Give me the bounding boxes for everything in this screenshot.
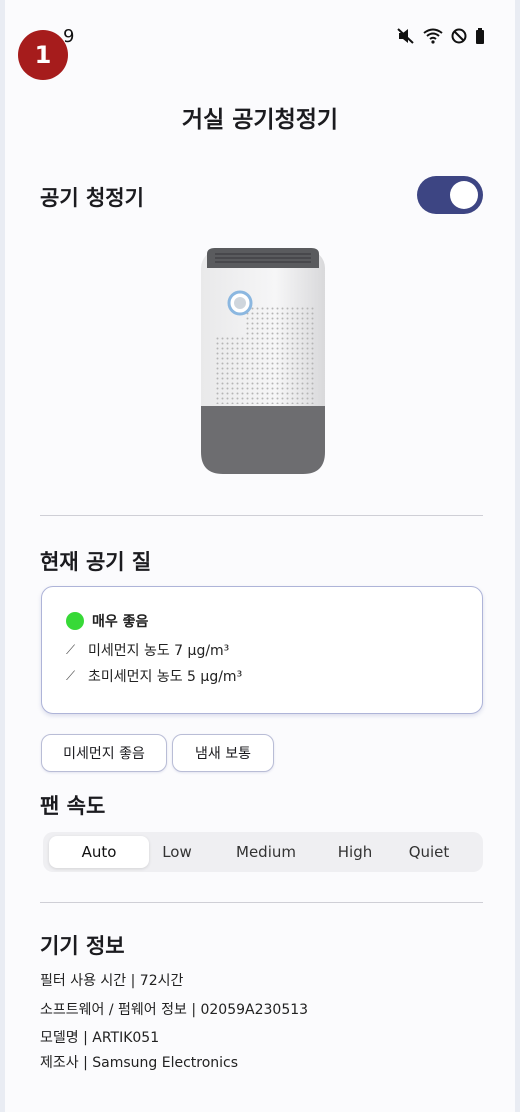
air-quality-card: 매우 좋음 ⟋ 미세먼지 농도 7 μg/m³ ⟋ 초미세먼지 농도 5 μg/… [41, 586, 483, 714]
fan-speed-section-title: 팬 속도 [40, 794, 106, 818]
manufacturer-info: 제조사 | Samsung Electronics [40, 1055, 239, 1071]
wifi-icon [423, 28, 443, 44]
power-toggle[interactable] [417, 176, 483, 214]
model-info: 모델명 | ARTIK051 [40, 1030, 160, 1046]
sensor-icon: ⟋ [66, 668, 76, 684]
pm10-row: ⟋ 미세먼지 농도 7 μg/m³ [66, 640, 229, 660]
step-badge: 1 [18, 30, 68, 80]
chip-fine-dust[interactable]: 미세먼지 좋음 [41, 734, 167, 772]
do-not-disturb-icon [451, 28, 467, 44]
fan-speed-control: Auto Low Medium High Quiet [43, 832, 483, 872]
divider [40, 902, 483, 903]
fan-speed-medium[interactable]: Medium [221, 836, 311, 868]
chip-odor[interactable]: 냄새 보통 [172, 734, 274, 772]
status-icons [397, 28, 485, 44]
fan-speed-quiet[interactable]: Quiet [397, 836, 461, 868]
sensor-icon: ⟋ [66, 642, 76, 658]
air-quality-status: 매우 좋음 [92, 614, 149, 630]
pm10-value: 미세먼지 농도 7 μg/m³ [88, 643, 230, 659]
battery-icon [475, 28, 485, 44]
firmware-info: 소프트웨어 / 펌웨어 정보 | 02059A230513 [40, 1002, 309, 1018]
device-info-section-title: 기기 정보 [40, 934, 125, 958]
status-bar: 9 [5, 0, 515, 60]
page-title: 거실 공기청정기 [181, 107, 339, 133]
fan-speed-high[interactable]: High [323, 836, 387, 868]
toggle-knob [450, 181, 478, 209]
filter-usage-info: 필터 사용 시간 | 72시간 [40, 973, 184, 989]
air-purifier-image [185, 236, 335, 480]
divider [40, 515, 483, 516]
app-screen: 9 1 거실 공기청정기 공기 청정기 현재 공기 질 매우 좋음 ⟋ 미세먼지… [5, 0, 515, 1112]
status-dot-icon [66, 612, 84, 630]
purifier-section-title: 공기 청정기 [40, 186, 144, 210]
pm25-value: 초미세먼지 농도 5 μg/m³ [88, 669, 243, 685]
air-quality-section-title: 현재 공기 질 [40, 550, 152, 574]
fan-speed-auto[interactable]: Auto [49, 836, 149, 868]
pm25-row: ⟋ 초미세먼지 농도 5 μg/m³ [66, 666, 242, 686]
air-quality-status-row: 매우 좋음 [66, 611, 148, 631]
mute-icon [397, 28, 415, 44]
fan-speed-low[interactable]: Low [149, 836, 205, 868]
